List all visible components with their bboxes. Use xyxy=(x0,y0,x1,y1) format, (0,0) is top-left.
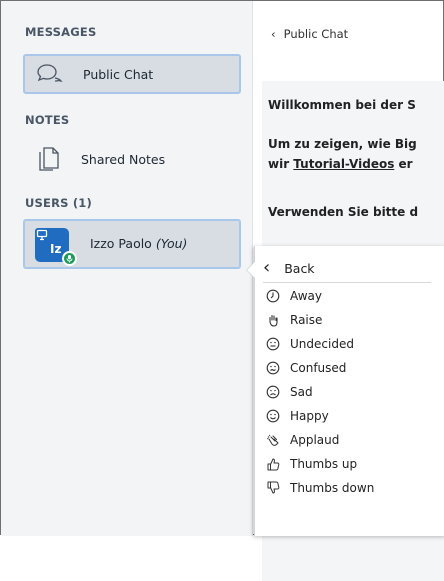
status-away[interactable]: Away xyxy=(265,284,435,308)
status-label: Away xyxy=(290,289,322,303)
sad-face-icon xyxy=(265,384,281,400)
menu-pointer xyxy=(246,261,255,279)
you-label: (You) xyxy=(155,236,188,251)
status-label: Thumbs down xyxy=(290,481,375,495)
happy-face-icon xyxy=(265,408,281,424)
sidebar: MESSAGES Public Chat NOTES Shared Notes … xyxy=(1,1,253,536)
confused-face-icon xyxy=(265,360,281,376)
shared-notes-label: Shared Notes xyxy=(81,151,166,167)
chevron-left-icon: ‹ xyxy=(271,27,276,41)
user-list-item[interactable]: Iz Izzo Paolo (You) xyxy=(23,219,241,269)
chat-text: er xyxy=(394,157,413,171)
thumbs-up-icon xyxy=(265,456,281,472)
back-label: Back xyxy=(284,260,315,276)
status-thumbs-up[interactable]: Thumbs up xyxy=(265,452,435,476)
status-sad[interactable]: Sad xyxy=(265,380,435,404)
thumbs-down-icon xyxy=(265,480,281,496)
user-name: Izzo Paolo (You) xyxy=(90,236,187,251)
status-undecided[interactable]: Undecided xyxy=(265,332,435,356)
presenter-icon xyxy=(35,228,49,242)
status-menu: ‹ Back Away Raise Undecided Confused Sad… xyxy=(246,246,444,536)
public-chat-label: Public Chat xyxy=(83,66,154,82)
chat-message-line: wir Tutorial-Videos er xyxy=(268,157,413,171)
chat-header-title: Public Chat xyxy=(283,27,349,41)
microphone-icon xyxy=(62,251,77,266)
status-thumbs-down[interactable]: Thumbs down xyxy=(265,476,435,500)
status-label: Sad xyxy=(290,385,313,399)
status-label: Raise xyxy=(290,313,323,327)
chat-message-welcome: Willkommen bei der S xyxy=(268,98,416,112)
chat-message-line: Um zu zeigen, wie Big xyxy=(268,137,417,151)
status-confused[interactable]: Confused xyxy=(265,356,435,380)
avatar-initials: Iz xyxy=(50,242,62,256)
users-section-title: USERS (1) xyxy=(25,196,92,210)
neutral-face-icon xyxy=(265,336,281,352)
public-chat-item[interactable]: Public Chat xyxy=(23,54,241,94)
chevron-left-icon: ‹ xyxy=(263,257,271,278)
raised-hand-icon xyxy=(265,312,281,328)
user-name-text: Izzo Paolo xyxy=(90,236,152,251)
status-label: Undecided xyxy=(290,337,354,351)
status-raise[interactable]: Raise xyxy=(265,308,435,332)
chat-header[interactable]: ‹ Public Chat xyxy=(271,27,348,41)
chat-message-line: Verwenden Sie bitte d xyxy=(268,205,419,219)
back-menu-item[interactable]: ‹ Back xyxy=(263,256,431,283)
status-label: Happy xyxy=(290,409,329,423)
shared-notes-item[interactable]: Shared Notes xyxy=(23,139,241,179)
status-label: Thumbs up xyxy=(290,457,358,471)
clock-icon xyxy=(265,288,281,304)
messages-section-title: MESSAGES xyxy=(25,25,97,39)
chat-text: wir xyxy=(268,157,294,171)
status-happy[interactable]: Happy xyxy=(265,404,435,428)
clapping-hands-icon xyxy=(265,432,281,448)
status-label: Applaud xyxy=(290,433,340,447)
chat-bubbles-icon xyxy=(35,61,65,87)
status-label: Confused xyxy=(290,361,347,375)
notes-section-title: NOTES xyxy=(25,113,70,127)
status-applaud[interactable]: Applaud xyxy=(265,428,435,452)
avatar[interactable]: Iz xyxy=(35,228,77,266)
notes-document-icon xyxy=(33,146,63,172)
tutorial-videos-link[interactable]: Tutorial-Videos xyxy=(293,157,394,171)
